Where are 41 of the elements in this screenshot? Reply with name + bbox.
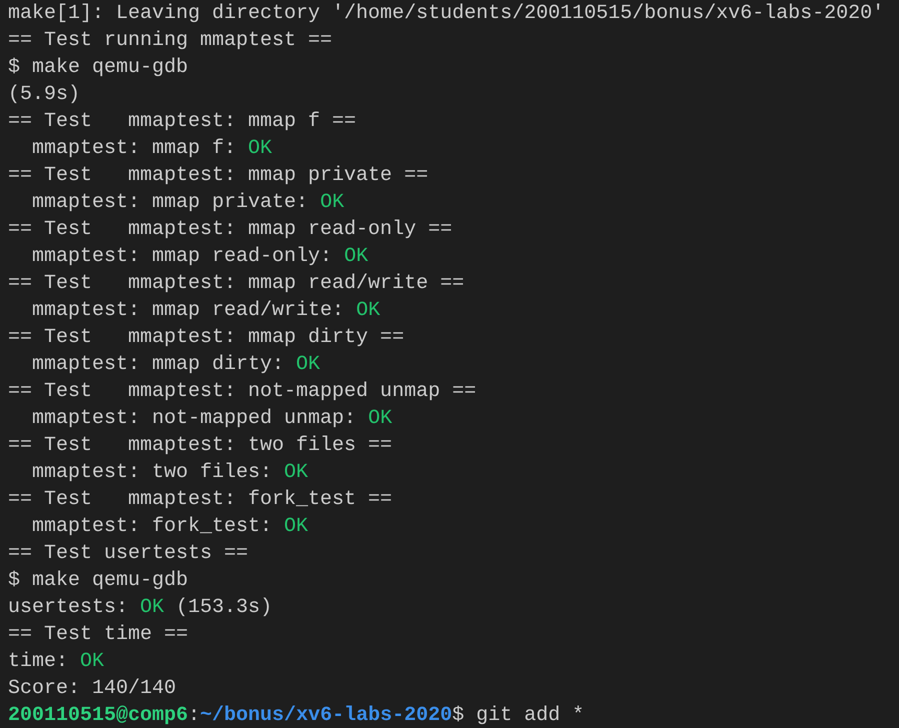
status-ok: OK bbox=[320, 191, 344, 214]
output-text: == Test mmaptest: not-mapped unmap == bbox=[8, 380, 476, 403]
output-text: (153.3s) bbox=[175, 596, 272, 619]
output-text: mmaptest: not-mapped unmap: bbox=[31, 407, 358, 430]
status-ok: OK bbox=[368, 407, 392, 430]
status-ok: OK bbox=[344, 245, 368, 268]
output-text: == Test mmaptest: fork_test == bbox=[8, 488, 392, 511]
prompt-path: ~/bonus/xv6-labs-2020 bbox=[200, 704, 452, 727]
status-ok: OK bbox=[296, 353, 320, 376]
output-text: == Test mmaptest: mmap read-only == bbox=[8, 218, 452, 241]
output-text: mmaptest: mmap private: bbox=[31, 191, 310, 214]
output-text: == Test usertests == bbox=[8, 542, 248, 565]
output-text: Score: 140/140 bbox=[8, 677, 176, 700]
output-text: mmaptest: mmap read/write: bbox=[31, 299, 346, 322]
output-text: make[1]: Leaving directory '/home/students/200110515/bonus/xv6-labs-2020' bbox=[8, 2, 884, 25]
output-text: == Test mmaptest: two files == bbox=[8, 434, 392, 457]
output-text: $ make qemu-gdb bbox=[8, 569, 188, 592]
prompt-user: 200110515@comp6 bbox=[8, 704, 188, 727]
status-ok: OK bbox=[284, 461, 308, 484]
output-text: == Test mmaptest: mmap dirty == bbox=[8, 326, 404, 349]
output-text: mmaptest: mmap dirty: bbox=[31, 353, 286, 376]
output-text: $ make qemu-gdb bbox=[8, 56, 188, 79]
output-text: mmaptest: mmap f: bbox=[31, 137, 238, 160]
status-ok: OK bbox=[284, 515, 308, 538]
output-text: == Test mmaptest: mmap read/write == bbox=[8, 272, 464, 295]
output-text: == Test running mmaptest == bbox=[8, 29, 332, 52]
output-text: : bbox=[188, 704, 200, 727]
output-text: == Test mmaptest: mmap private == bbox=[8, 164, 428, 187]
output-text: mmaptest: two files: bbox=[31, 461, 274, 484]
status-ok: OK bbox=[80, 650, 104, 673]
output-text: time: bbox=[8, 650, 70, 673]
status-ok: OK bbox=[248, 137, 272, 160]
output-text: (5.9s) bbox=[8, 83, 80, 106]
output-text: usertests: bbox=[8, 596, 130, 619]
output-text: == Test mmaptest: mmap f == bbox=[8, 110, 356, 133]
output-text: mmaptest: fork_test: bbox=[31, 515, 274, 538]
output-text: mmaptest: mmap read-only: bbox=[31, 245, 334, 268]
status-ok: OK bbox=[356, 299, 380, 322]
output-text: == Test time == bbox=[8, 623, 188, 646]
output-text: $ git add * bbox=[452, 704, 584, 727]
status-ok: OK bbox=[140, 596, 164, 619]
